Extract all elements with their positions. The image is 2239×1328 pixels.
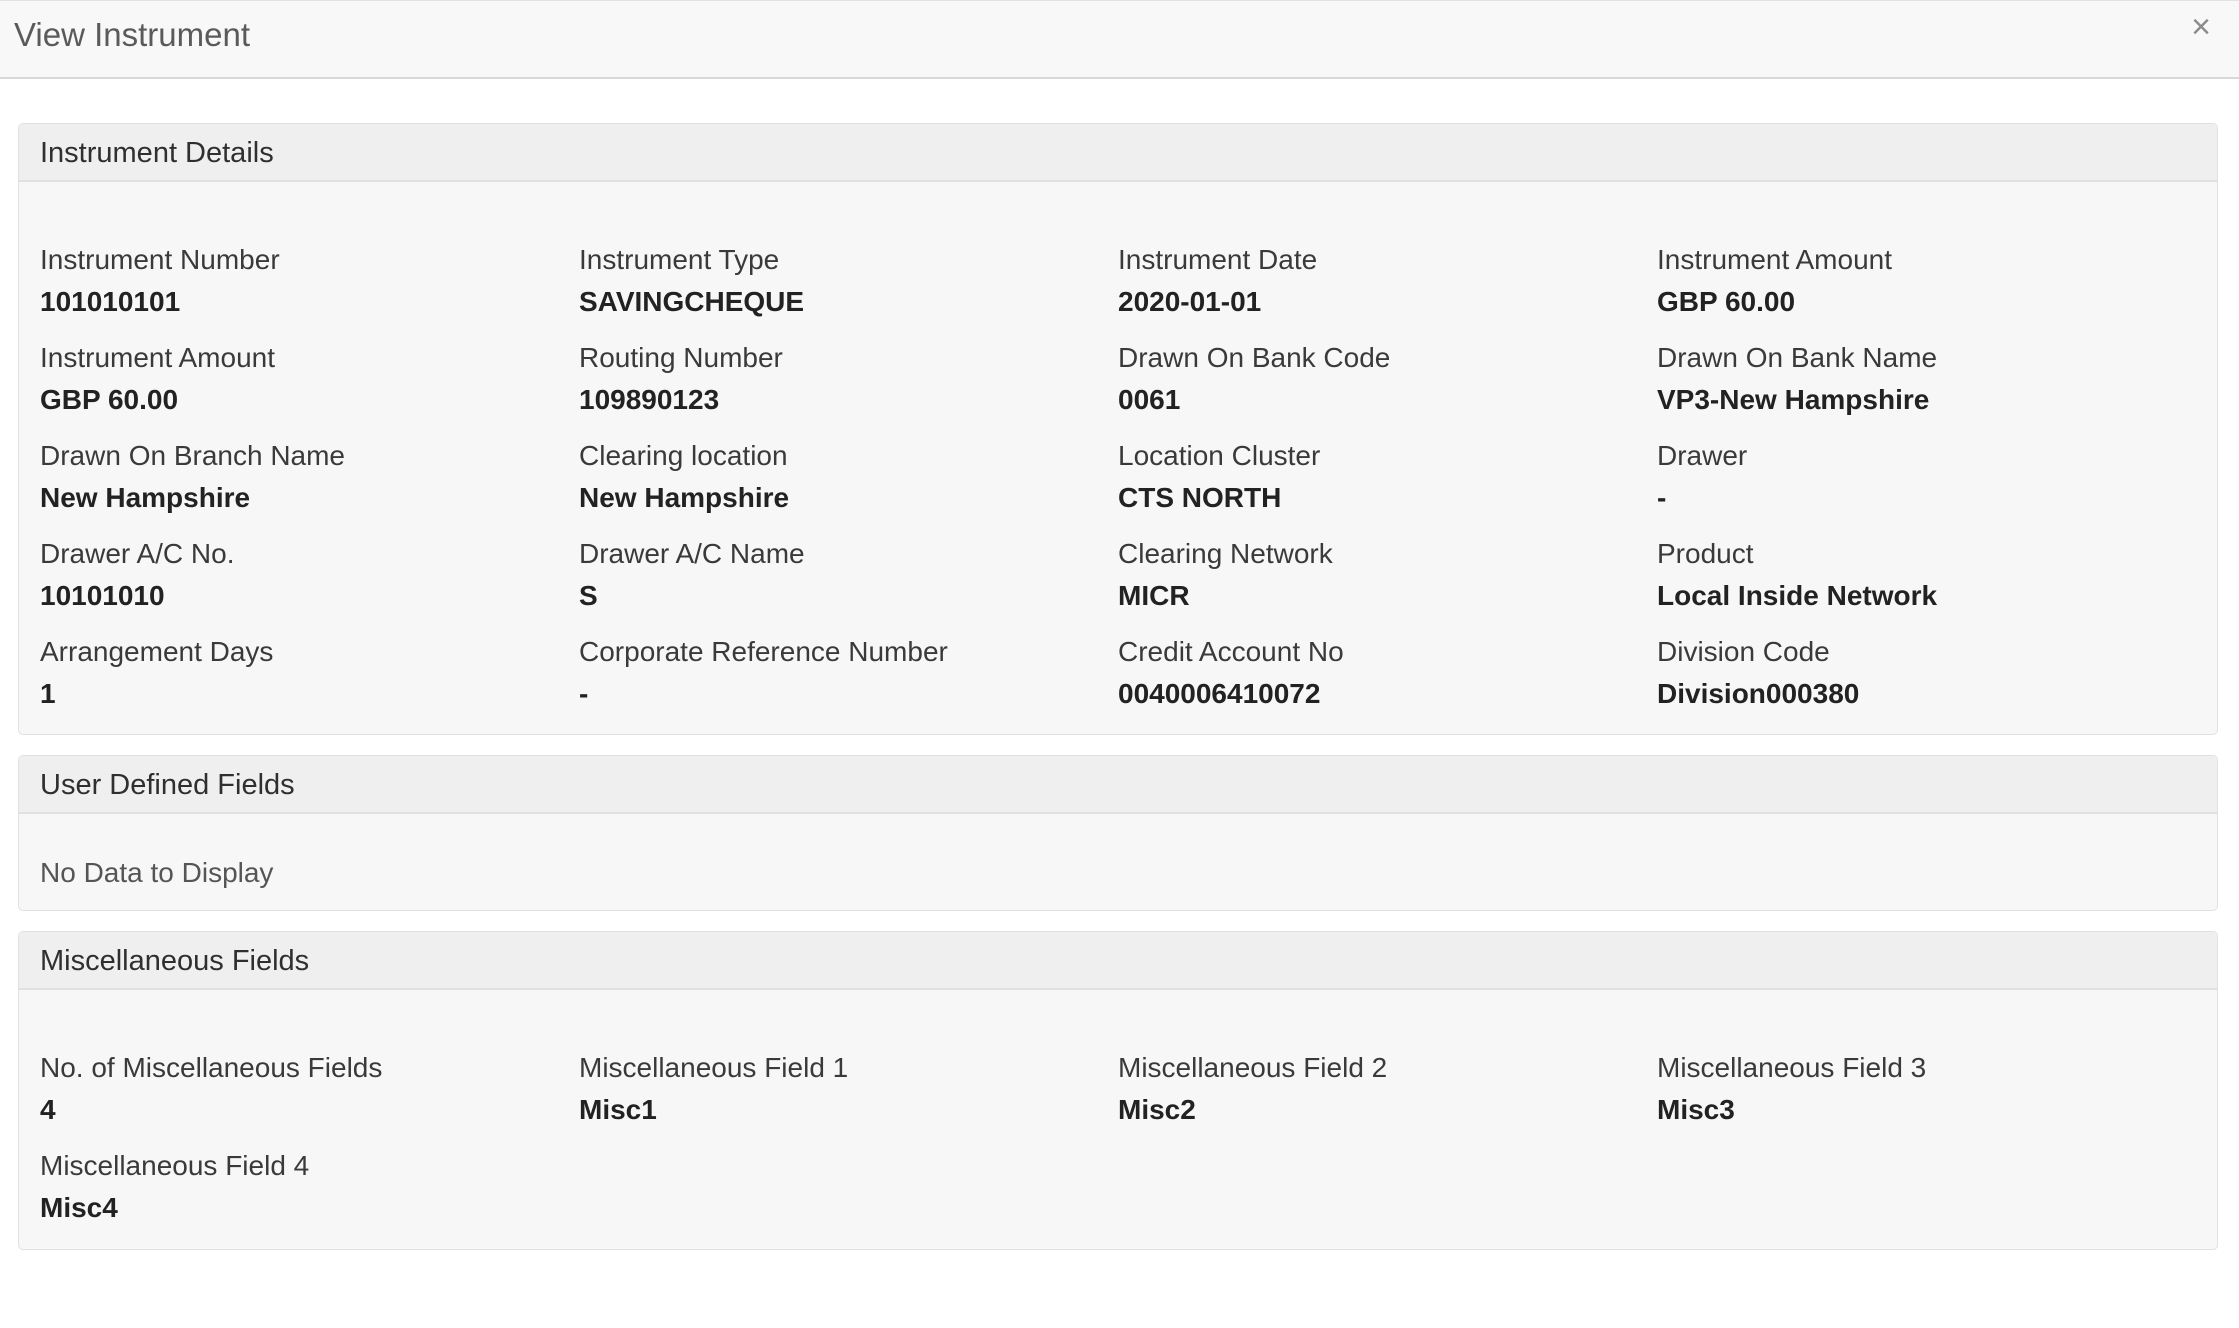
field-label: Arrangement Days — [40, 636, 274, 667]
field-value: Misc1 — [579, 1094, 657, 1125]
field-value: - — [1657, 482, 1667, 513]
field-value: 0061 — [1118, 384, 1181, 415]
modal-header: View Instrument × — [0, 0, 2239, 79]
user-defined-fields-panel: User Defined Fields No Data to Display — [18, 755, 2218, 911]
field-value: S — [579, 580, 598, 611]
field-value: Misc3 — [1657, 1094, 1735, 1125]
field: Clearing Network MICR — [1118, 537, 1638, 613]
no-data-message: No Data to Display — [40, 857, 274, 888]
field-label: Instrument Amount — [40, 342, 276, 373]
field-label: Drawer A/C Name — [579, 538, 805, 569]
field: Miscellaneous Field 3 Misc3 — [1657, 1051, 2177, 1127]
field: Miscellaneous Field 2 Misc2 — [1118, 1051, 1638, 1127]
field-label: Miscellaneous Field 2 — [1118, 1052, 1388, 1083]
field: Product Local Inside Network — [1657, 537, 2177, 613]
field: Instrument Amount GBP 60.00 — [1657, 243, 2177, 319]
field-value: 4 — [40, 1094, 56, 1125]
field: Routing Number 109890123 — [579, 341, 1099, 417]
field-label: Location Cluster — [1118, 440, 1321, 471]
close-icon[interactable]: × — [2183, 9, 2219, 45]
field-label: Miscellaneous Field 4 — [40, 1150, 310, 1181]
field-value: 1 — [40, 678, 56, 709]
field-label: Routing Number — [579, 342, 783, 373]
field-value: SAVINGCHEQUE — [579, 286, 805, 317]
field: Instrument Amount GBP 60.00 — [40, 341, 560, 417]
field-value: - — [579, 678, 589, 709]
field: Corporate Reference Number - — [579, 635, 1099, 711]
modal-title: View Instrument — [14, 16, 250, 53]
field: Clearing location New Hampshire — [579, 439, 1099, 515]
field-value: Misc4 — [40, 1192, 118, 1223]
field-label: Miscellaneous Field 3 — [1657, 1052, 1927, 1083]
field-value: 2020-01-01 — [1118, 286, 1262, 317]
field-value: 109890123 — [579, 384, 720, 415]
field: Instrument Type SAVINGCHEQUE — [579, 243, 1099, 319]
field-label: Drawer A/C No. — [40, 538, 235, 569]
field-value: GBP 60.00 — [40, 384, 179, 415]
field-label: Drawn On Bank Code — [1118, 342, 1391, 373]
field: Miscellaneous Field 4 Misc4 — [40, 1149, 560, 1225]
field-value: GBP 60.00 — [1657, 286, 1796, 317]
field-label: Miscellaneous Field 1 — [579, 1052, 849, 1083]
field-value: 101010101 — [40, 286, 181, 317]
field: Drawer - — [1657, 439, 2177, 515]
field-label: Clearing Network — [1118, 538, 1333, 569]
field-value: CTS NORTH — [1118, 482, 1282, 513]
field-value: 0040006410072 — [1118, 678, 1321, 709]
field-value: MICR — [1118, 580, 1190, 611]
field: Drawn On Bank Code 0061 — [1118, 341, 1638, 417]
field-value: Division000380 — [1657, 678, 1860, 709]
field: Credit Account No 0040006410072 — [1118, 635, 1638, 711]
field-label: Instrument Date — [1118, 244, 1318, 275]
field-label: Instrument Type — [579, 244, 780, 275]
field-label: Instrument Number — [40, 244, 280, 275]
field-label: No. of Miscellaneous Fields — [40, 1052, 383, 1083]
field-label: Credit Account No — [1118, 636, 1344, 667]
field-value: New Hampshire — [579, 482, 790, 513]
miscellaneous-fields-panel: Miscellaneous Fields No. of Miscellaneou… — [18, 931, 2218, 1250]
field-value: Local Inside Network — [1657, 580, 1938, 611]
field-label: Division Code — [1657, 636, 1830, 667]
field: Drawn On Branch Name New Hampshire — [40, 439, 560, 515]
field-value: New Hampshire — [40, 482, 251, 513]
field: Instrument Number 101010101 — [40, 243, 560, 319]
field: Division Code Division000380 — [1657, 635, 2177, 711]
field: Instrument Date 2020-01-01 — [1118, 243, 1638, 319]
miscellaneous-fields-title: Miscellaneous Fields — [19, 932, 2217, 990]
field-label: Drawn On Bank Name — [1657, 342, 1938, 373]
field-label: Drawn On Branch Name — [40, 440, 346, 471]
field: No. of Miscellaneous Fields 4 — [40, 1051, 560, 1127]
field: Drawer A/C No. 10101010 — [40, 537, 560, 613]
field: Drawer A/C Name S — [579, 537, 1099, 613]
field-label: Instrument Amount — [1657, 244, 1893, 275]
field-label: Clearing location — [579, 440, 788, 471]
field-value: Misc2 — [1118, 1094, 1196, 1125]
field-label: Product — [1657, 538, 1754, 569]
field-label: Drawer — [1657, 440, 1748, 471]
field: Drawn On Bank Name VP3-New Hampshire — [1657, 341, 2177, 417]
field: Arrangement Days 1 — [40, 635, 560, 711]
field-value: 10101010 — [40, 580, 165, 611]
instrument-details-title: Instrument Details — [19, 124, 2217, 182]
field-label: Corporate Reference Number — [579, 636, 948, 667]
instrument-details-panel: Instrument Details Instrument Number 1010… — [18, 123, 2218, 735]
user-defined-fields-title: User Defined Fields — [19, 756, 2217, 814]
field: Location Cluster CTS NORTH — [1118, 439, 1638, 515]
field-value: VP3-New Hampshire — [1657, 384, 1930, 415]
field: Miscellaneous Field 1 Misc1 — [579, 1051, 1099, 1127]
